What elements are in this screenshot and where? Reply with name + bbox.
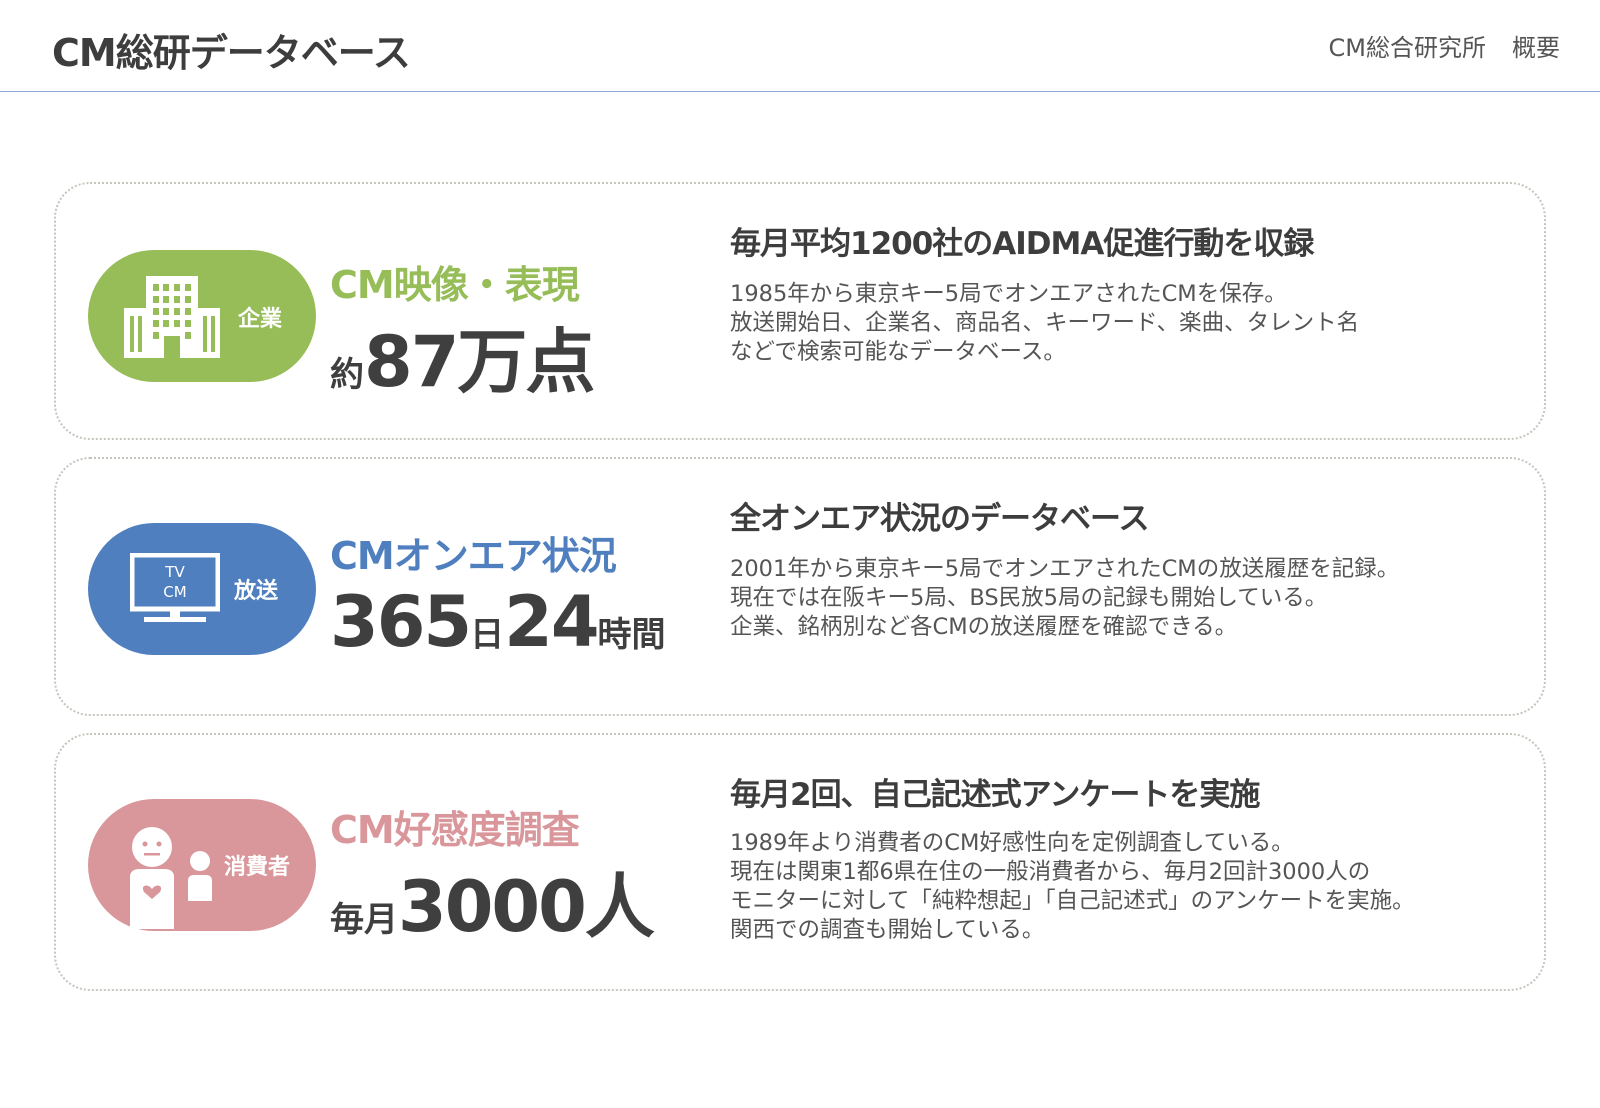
stat-number: 3000人 (398, 866, 655, 948)
card-cm-footage: 企業 CM映像・表現 約87万点 毎月平均1200社のAIDMA促進行動を収録 … (54, 182, 1546, 440)
stat-number: 365 (330, 581, 472, 663)
category-title: CM映像・表現 (330, 263, 580, 307)
stat-value: 365日24時間 (330, 581, 666, 663)
pill-label: 消費者 (224, 855, 291, 880)
description-title: 毎月平均1200社のAIDMA促進行動を収録 (730, 226, 1314, 262)
card-cm-likability: 消費者 CM好感度調査 毎月3000人 毎月2回、自己記述式アンケートを実施 1… (54, 733, 1546, 991)
tv-icon: TV CM (130, 553, 220, 622)
description-line: 放送開始日、企業名、商品名、キーワード、楽曲、タレント名 (730, 310, 1360, 336)
stat-unit-day: 日 (470, 615, 505, 655)
description: 2001年から東京キー5局でオンエアされたCMの放送履歴を記録。 現在では在阪キ… (730, 555, 1399, 642)
nav-link-overview[interactable]: 概要 (1512, 28, 1560, 63)
tv-label-tv: TV (164, 563, 185, 581)
description-line: 現在は関東1都6県在住の一般消費者から、毎月2回計3000人の (730, 859, 1371, 885)
consumer-icon (130, 827, 212, 929)
stat-prefix: 約 (330, 355, 364, 395)
pill-consumer: 消費者 (88, 799, 316, 931)
site-header: CM総研データベース CM総合研究所 概要 (0, 0, 1600, 92)
building-icon (124, 276, 220, 358)
pill-label: 放送 (234, 579, 279, 604)
description-line: 1989年より消費者のCM好感性向を定例調査している。 (730, 830, 1294, 856)
stat-value: 毎月3000人 (330, 851, 655, 952)
description-line: などで検索可能なデータベース。 (730, 339, 1066, 365)
description-title: 全オンエア状況のデータベース (730, 501, 1149, 537)
description-title: 毎月2回、自己記述式アンケートを実施 (730, 777, 1260, 813)
description: 1985年から東京キー5局でオンエアされたCMを保存。 放送開始日、企業名、商品… (730, 280, 1359, 367)
header-nav: CM総合研究所 概要 (1329, 28, 1560, 63)
description-line: 1985年から東京キー5局でオンエアされたCMを保存。 (730, 281, 1287, 307)
description-line: 企業、銘柄別など各CMの放送履歴を確認できる。 (730, 614, 1238, 640)
category-title: CM好感度調査 (330, 808, 580, 852)
pill-label: 企業 (238, 307, 283, 332)
stat-prefix: 毎月 (330, 900, 398, 940)
stat-value: 約87万点 (330, 306, 595, 407)
pill-company: 企業 (88, 250, 316, 382)
description-line: 現在では在阪キー5局、BS民放5局の記録も開始している。 (730, 585, 1328, 611)
stat-unit-hours: 時間 (597, 615, 666, 655)
tv-label-cm: CM (163, 583, 186, 601)
stat-number: 87万点 (364, 321, 595, 403)
nav-link-institute[interactable]: CM総合研究所 (1329, 28, 1486, 63)
description-line: 関西での調査も開始している。 (730, 917, 1045, 943)
description-line: モニターに対して「純粋想起」「自己記述式」のアンケートを実施。 (730, 888, 1415, 914)
description: 1989年より消費者のCM好感性向を定例調査している。 現在は関東1都6県在住の… (730, 829, 1415, 945)
pill-broadcast: TV CM 放送 (88, 523, 316, 655)
site-title[interactable]: CM総研データベース (52, 22, 411, 77)
card-cm-onair: TV CM 放送 CMオンエア状況 365日24時間 全オンエア状況のデータベー… (54, 457, 1546, 716)
stat-number-2: 24 (504, 581, 599, 663)
description-line: 2001年から東京キー5局でオンエアされたCMの放送履歴を記録。 (730, 556, 1400, 582)
category-title: CMオンエア状況 (330, 534, 617, 578)
